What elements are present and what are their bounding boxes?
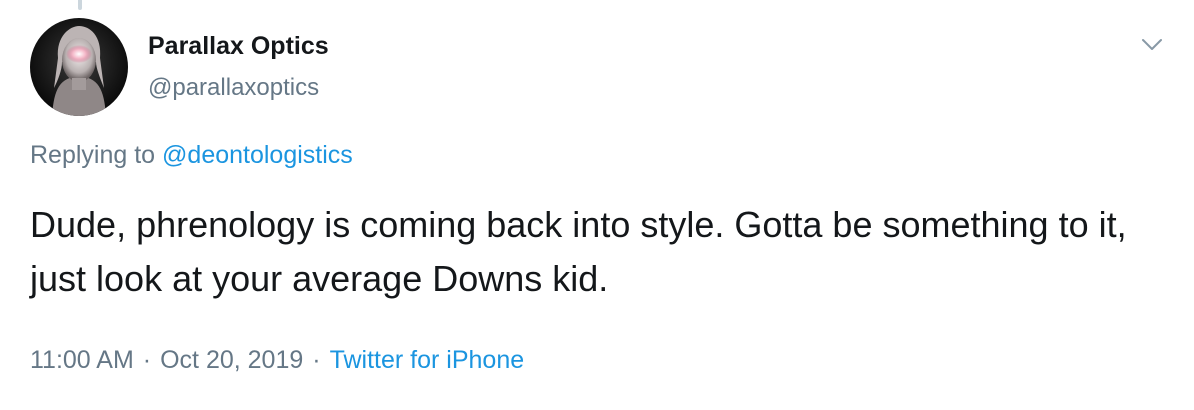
chevron-down-icon[interactable] — [1138, 30, 1166, 58]
avatar-image — [30, 18, 128, 116]
tweet-date[interactable]: Oct 20, 2019 — [160, 346, 303, 374]
author-display-name[interactable]: Parallax Optics — [148, 32, 329, 61]
author-handle[interactable]: @parallaxoptics — [148, 74, 319, 102]
replying-to-label: Replying to — [30, 141, 163, 169]
meta-separator: · — [312, 346, 321, 374]
tweet-card: Parallax Optics @parallaxoptics Replying… — [0, 0, 1194, 410]
tweet-source-link[interactable]: Twitter for iPhone — [330, 346, 525, 374]
meta-separator: · — [142, 346, 152, 374]
tweet-text: Dude, phrenology is coming back into sty… — [30, 204, 1127, 299]
reply-mention-link[interactable]: @deontologistics — [162, 141, 353, 169]
tweet-metadata: 11:00 AM · Oct 20, 2019 · Twitter for iPhone — [30, 346, 524, 375]
thread-connector-line — [78, 0, 82, 10]
avatar[interactable] — [30, 18, 128, 116]
tweet-time[interactable]: 11:00 AM — [30, 346, 134, 374]
replying-to-line: Replying to @deontologistics — [30, 141, 353, 170]
